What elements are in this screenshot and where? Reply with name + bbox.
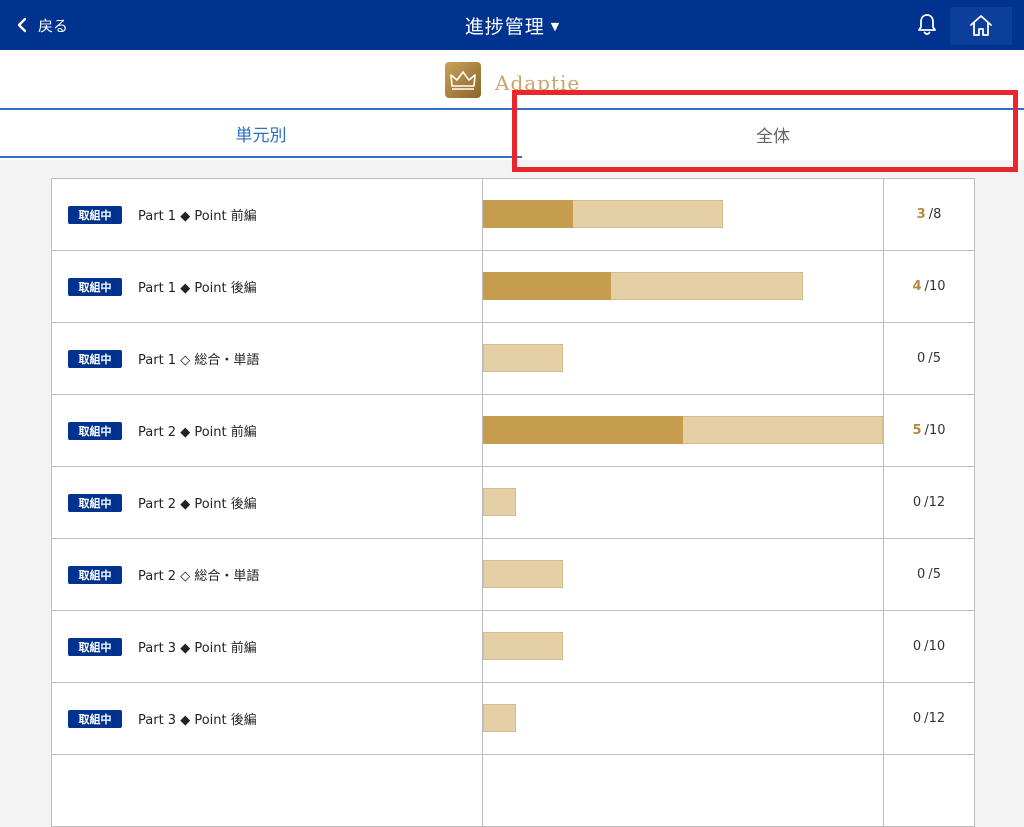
count-cell: 0/ 12 [884, 683, 974, 754]
crown-icon [450, 71, 476, 90]
progress-bar-total [483, 632, 563, 660]
done-count: 0 [912, 711, 922, 726]
progress-bar-done [483, 416, 683, 444]
status-badge: 取組中 [68, 421, 122, 440]
back-button[interactable]: 戻る [14, 0, 68, 50]
unit-cell: 取組中 Part 2 ◆ Point 後編 [52, 467, 483, 538]
progress-cell [483, 251, 884, 322]
count-cell: 0/ 5 [884, 323, 974, 394]
count-cell: 0/ 10 [884, 611, 974, 682]
progress-cell [483, 611, 884, 682]
progress-bar-total [483, 704, 516, 732]
home-button[interactable] [950, 7, 1012, 45]
status-badge: 取組中 [68, 493, 122, 512]
total-count: 10 [928, 639, 946, 654]
unit-cell: 取組中 Part 2 ◇ 総合・単語 [52, 539, 483, 610]
unit-cell: 取組中 Part 1 ◇ 総合・単語 [52, 323, 483, 394]
progress-cell [483, 323, 884, 394]
progress-cell [483, 395, 884, 466]
progress-bar-total [483, 344, 563, 372]
table-row[interactable]: 取組中 Part 3 ◆ Point 前編 0/ 10 [52, 611, 974, 683]
unit-name: Part 1 ◆ Point 後編 [138, 281, 257, 296]
progress-table: 取組中 Part 1 ◆ Point 前編 3/ 8 取組中 Part 1 ◆ Poin… [51, 178, 975, 827]
brand-strip: Adaptie [0, 50, 1024, 108]
table-row[interactable]: 取組中 Part 1 ◆ Point 前編 3/ 8 [52, 179, 974, 251]
unit-name: Part 2 ◇ 総合・単語 [138, 569, 260, 584]
count-cell: 3/ 8 [884, 179, 974, 250]
unit-name: Part 3 ◆ Point 前編 [138, 641, 257, 656]
total-count: 10 [928, 279, 946, 294]
count-cell [884, 755, 974, 826]
unit-cell: 取組中 Part 1 ◆ Point 後編 [52, 251, 483, 322]
page-title[interactable]: 進捗管理 [465, 12, 545, 39]
total-count: 12 [928, 711, 946, 726]
status-badge: 取組中 [68, 277, 122, 296]
chevron-left-icon [17, 17, 27, 33]
unit-cell: 取組中 Part 3 ◆ Point 前編 [52, 611, 483, 682]
progress-cell [483, 179, 884, 250]
table-row[interactable]: 取組中 Part 2 ◆ Point 後編 0/ 12 [52, 467, 974, 539]
progress-bar-total [483, 560, 563, 588]
status-badge: 取組中 [68, 709, 122, 728]
progress-bar-done [483, 200, 573, 228]
table-row[interactable]: 取組中 Part 1 ◆ Point 後編 4/ 10 [52, 251, 974, 323]
tab-overall[interactable]: 全体 [522, 110, 1024, 158]
status-badge: 取組中 [68, 565, 122, 584]
table-row[interactable]: 取組中 Part 1 ◇ 総合・単語 0/ 5 [52, 323, 974, 395]
total-count: 12 [928, 495, 946, 510]
done-count: 0 [917, 567, 926, 582]
done-count: 4 [912, 279, 922, 294]
title-dropdown-caret[interactable]: ▼ [551, 20, 559, 33]
tab-by-unit[interactable]: 単元別 [0, 110, 522, 158]
done-count: 0 [912, 639, 922, 654]
unit-cell: 取組中 Part 3 ◆ Point 後編 [52, 683, 483, 754]
unit-name: Part 3 ◆ Point 後編 [138, 713, 257, 728]
back-label: 戻る [38, 16, 69, 35]
unit-cell [52, 755, 483, 826]
top-bar: 戻る 進捗管理 ▼ [0, 0, 1024, 50]
progress-bar-done [483, 272, 611, 300]
unit-name: Part 2 ◆ Point 前編 [138, 425, 257, 440]
table-row[interactable] [52, 755, 974, 827]
done-count: 0 [912, 495, 922, 510]
unit-cell: 取組中 Part 2 ◆ Point 前編 [52, 395, 483, 466]
done-count: 3 [916, 207, 926, 222]
total-count: 5 [932, 351, 941, 366]
status-badge: 取組中 [68, 349, 122, 368]
bell-icon[interactable] [914, 12, 940, 38]
status-badge: 取組中 [68, 205, 122, 224]
unit-cell: 取組中 Part 1 ◆ Point 前編 [52, 179, 483, 250]
count-cell: 0/ 5 [884, 539, 974, 610]
status-badge: 取組中 [68, 637, 122, 656]
progress-bar-total [483, 488, 516, 516]
table-row[interactable]: 取組中 Part 2 ◇ 総合・単語 0/ 5 [52, 539, 974, 611]
total-count: 5 [932, 567, 941, 582]
table-row[interactable]: 取組中 Part 3 ◆ Point 後編 0/ 12 [52, 683, 974, 755]
done-count: 0 [917, 351, 926, 366]
unit-name: Part 2 ◆ Point 後編 [138, 497, 257, 512]
progress-cell [483, 755, 884, 826]
home-icon [970, 15, 992, 36]
done-count: 5 [912, 423, 922, 438]
progress-cell [483, 683, 884, 754]
progress-cell [483, 467, 884, 538]
count-cell: 4/ 10 [884, 251, 974, 322]
table-row[interactable]: 取組中 Part 2 ◆ Point 前編 5/ 10 [52, 395, 974, 467]
progress-cell [483, 539, 884, 610]
brand-name: Adaptie [495, 71, 581, 95]
count-cell: 0/ 12 [884, 467, 974, 538]
unit-name: Part 1 ◆ Point 前編 [138, 209, 257, 224]
tab-bar: 単元別 全体 [0, 108, 1024, 160]
count-cell: 5/ 10 [884, 395, 974, 466]
total-count: 8 [933, 207, 942, 222]
unit-name: Part 1 ◇ 総合・単語 [138, 353, 260, 368]
total-count: 10 [928, 423, 946, 438]
app-logo [445, 62, 481, 98]
